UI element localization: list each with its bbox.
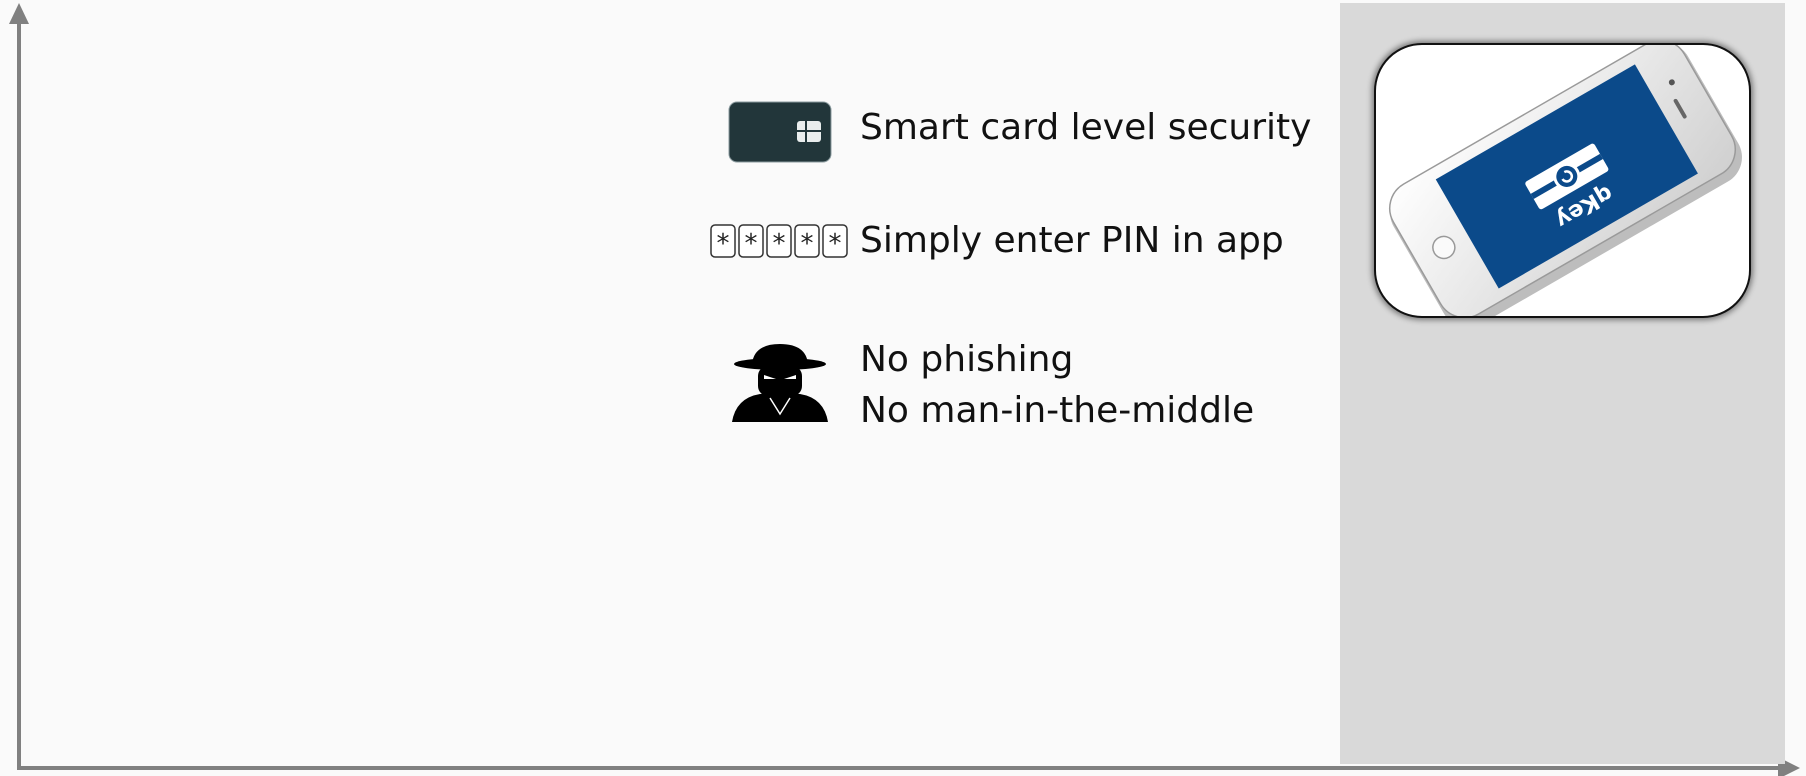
svg-text:*: * <box>829 229 842 259</box>
smartphone-icon: qKey <box>1389 45 1742 316</box>
hacker-spy-icon <box>732 344 828 422</box>
feature-line: No phishing <box>860 339 1074 380</box>
feature-text: No phishing No man-in-the-middle <box>860 334 1254 436</box>
feature-line: Smart card level security <box>860 107 1312 148</box>
feature-row-phishing: No phishing No man-in-the-middle <box>700 334 1254 436</box>
svg-text:*: * <box>773 229 786 259</box>
feature-text: Smart card level security <box>860 100 1311 153</box>
pin-keypad-icon: * * * * * <box>710 224 848 259</box>
svg-text:*: * <box>801 229 814 259</box>
y-axis-arrowhead <box>9 3 29 24</box>
feature-row-pin: * * * * * Simply enter PIN in app <box>700 220 1284 266</box>
svg-text:*: * <box>745 229 758 259</box>
svg-text:*: * <box>717 229 730 259</box>
slide-canvas: qKey Smart card level security * * * * *… <box>0 0 1806 776</box>
phone-image-frame: qKey <box>1374 43 1751 318</box>
feature-line: No man-in-the-middle <box>860 390 1255 431</box>
feature-line: Simply enter PIN in app <box>860 220 1284 261</box>
smart-card-icon <box>728 101 832 163</box>
feature-text: Simply enter PIN in app <box>860 215 1284 266</box>
feature-row-smart-card: Smart card level security <box>700 100 1311 164</box>
